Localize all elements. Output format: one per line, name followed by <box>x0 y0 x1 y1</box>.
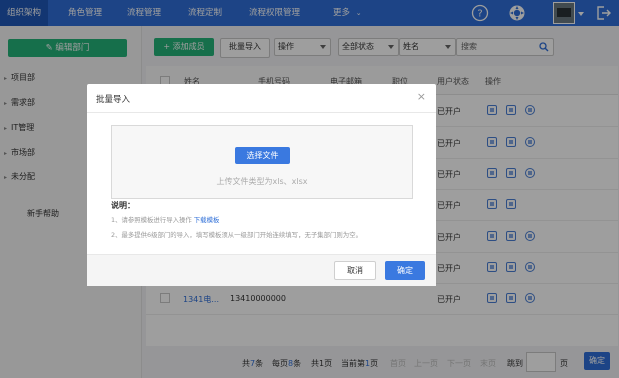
note-2: 2、最多提供6级部门的导入，填写模板须从一级部门开始连续填写，无子集部门则为空。 <box>111 231 362 239</box>
notes-title: 说明： <box>111 201 135 210</box>
download-template-link[interactable]: 下载模板 <box>194 216 220 224</box>
note-1: 1、请参照模板进行导入操作 下载模板 <box>111 215 219 224</box>
close-icon[interactable]: × <box>417 90 426 103</box>
dialog-footer: 取消 确定 <box>87 254 436 286</box>
divider <box>87 112 436 113</box>
dialog-title: 批量导入 <box>96 95 131 105</box>
note-1-text: 1、请参照模板进行导入操作 <box>111 216 194 224</box>
batch-import-dialog: 批量导入 × 选择文件 上传文件类型为xls、xlsx 说明： 1、请参照模板进… <box>87 84 436 286</box>
choose-file-button[interactable]: 选择文件 <box>235 147 290 164</box>
file-drop-zone[interactable]: 选择文件 上传文件类型为xls、xlsx <box>111 125 413 199</box>
cancel-button[interactable]: 取消 <box>334 261 376 280</box>
confirm-button[interactable]: 确定 <box>385 261 425 280</box>
file-type-hint: 上传文件类型为xls、xlsx <box>216 177 308 186</box>
